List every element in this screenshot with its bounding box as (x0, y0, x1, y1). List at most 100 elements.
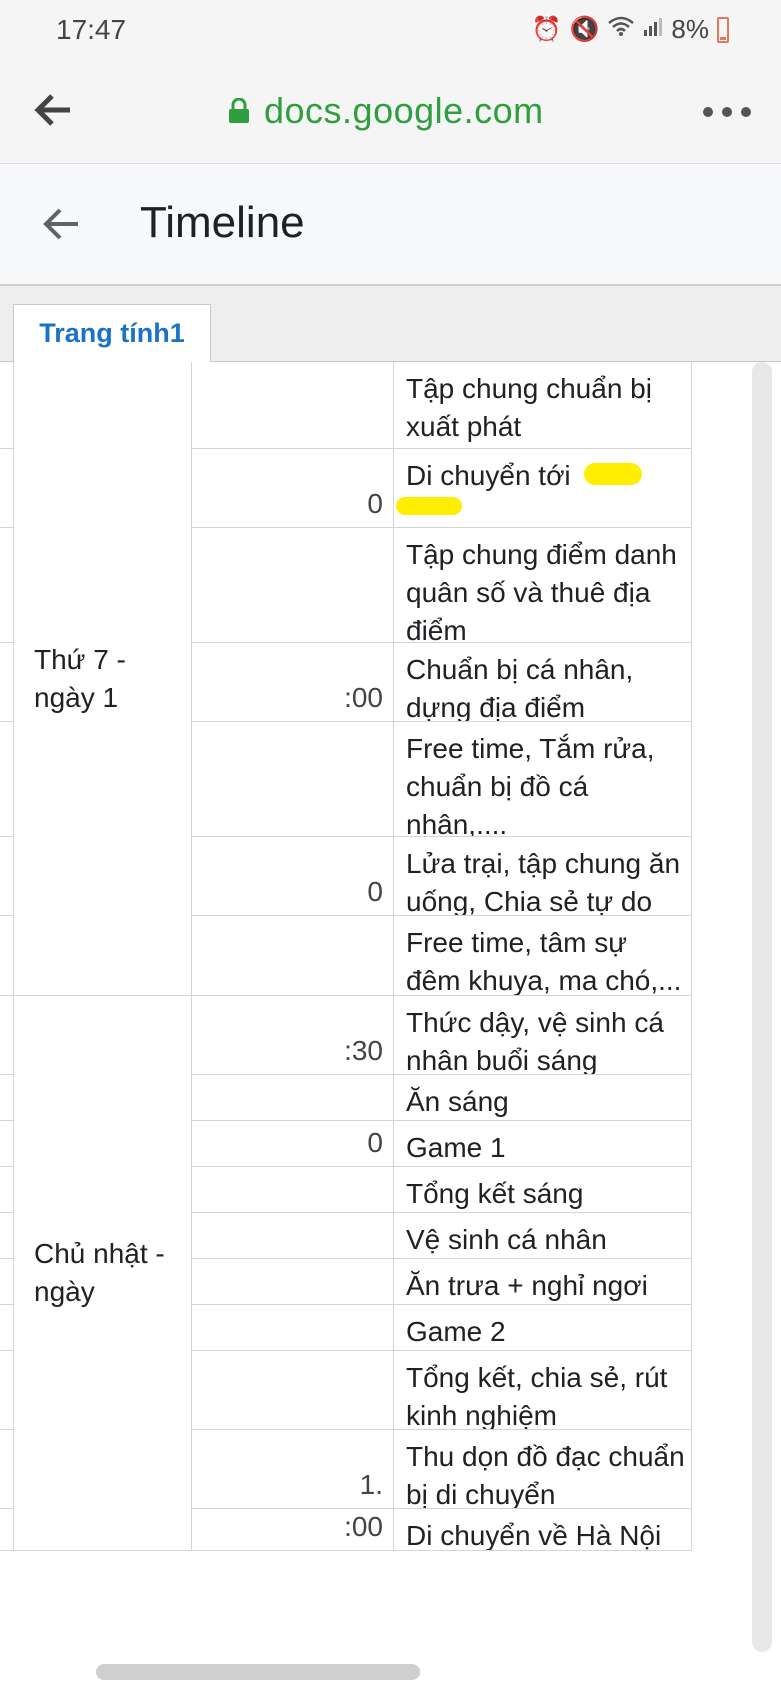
activity-cell[interactable]: Ăn sáng (394, 1075, 692, 1121)
time-cell[interactable] (192, 1075, 394, 1121)
row-gutter-cell (0, 449, 14, 528)
row-gutter-cell (0, 528, 14, 643)
activity-cell[interactable]: Tập chung chuẩn bị xuất phát (394, 362, 692, 449)
time-cell[interactable] (192, 1351, 394, 1430)
day-label: Thứ 7 - ngày 1 (34, 643, 126, 713)
time-cell[interactable]: :00 (192, 1509, 394, 1551)
lock-icon (229, 98, 249, 123)
row-gutter-cell (0, 1430, 14, 1509)
time-text: :00 (344, 1511, 383, 1542)
activity-text: Di chuyển tới (406, 460, 571, 491)
row-gutter-cell (0, 1259, 14, 1305)
time-text: 0 (367, 1127, 383, 1158)
sheet-tab[interactable]: Trang tính1 (13, 304, 211, 362)
day-cell[interactable]: Thứ 7 - ngày 1 (14, 362, 192, 996)
activity-cell[interactable]: Thu dọn đồ đạc chuẩn bị di chuyển (394, 1430, 692, 1509)
status-icons: ⏰ 🔇 8% (532, 14, 729, 45)
activity-text: Chuẩn bị cá nhân, dựng địa điểm (406, 654, 634, 722)
back-arrow-icon[interactable] (32, 88, 76, 132)
back-arrow-icon[interactable] (40, 202, 84, 246)
time-cell[interactable]: :30 (192, 996, 394, 1075)
activity-cell[interactable]: Game 1 (394, 1121, 692, 1167)
document-header: Timeline (0, 164, 781, 286)
row-gutter-cell (0, 722, 14, 837)
activity-cell[interactable]: Game 2 (394, 1305, 692, 1351)
activity-cell[interactable]: Tổng kết, chia sẻ, rút kinh nghiệm (394, 1351, 692, 1430)
horizontal-scrollbar[interactable] (96, 1664, 420, 1680)
status-bar: 17:47 ⏰ 🔇 8% (0, 0, 781, 62)
row-gutter-cell (0, 837, 14, 916)
vertical-scrollbar[interactable] (752, 362, 772, 1652)
highlight-mark (396, 497, 462, 515)
activity-cell[interactable]: Lửa trại, tập chung ăn uống, Chia sẻ tự … (394, 837, 692, 916)
time-cell[interactable]: 1. (192, 1430, 394, 1509)
activity-cell[interactable]: Thức dậy, vệ sinh cá nhân buổi sáng (394, 996, 692, 1075)
address-bar[interactable]: docs.google.com (228, 90, 544, 132)
day-cell[interactable]: Chủ nhật - ngày (14, 996, 192, 1551)
time-text: 1. (359, 1469, 383, 1500)
activity-text: Game 2 (406, 1316, 506, 1347)
time-cell[interactable] (192, 1213, 394, 1259)
time-cell[interactable]: 0 (192, 1121, 394, 1167)
activity-cell[interactable]: Ăn trưa + nghỉ ngơi (394, 1259, 692, 1305)
row-gutter-cell (0, 1075, 14, 1121)
time-text: 0 (367, 876, 383, 907)
time-cell[interactable] (192, 1305, 394, 1351)
activity-text: Vệ sinh cá nhân (406, 1224, 607, 1255)
row-gutter-cell (0, 643, 14, 722)
sheet-tab-bar: Trang tính1 (0, 286, 781, 362)
row-gutter-cell (0, 362, 14, 449)
time-cell[interactable] (192, 1167, 394, 1213)
activity-text: Ăn sáng (406, 1086, 509, 1117)
activity-text: Free time, Tắm rửa, chuẩn bị đồ cá nhân,… (406, 733, 655, 837)
activity-text: Tập chung điểm danh quân số và thuê địa … (406, 539, 677, 643)
activity-text: Game 1 (406, 1132, 506, 1163)
activity-text: Thu dọn đồ đạc chuẩn bị di chuyển (406, 1441, 685, 1509)
activity-cell[interactable]: Di chuyển tới (394, 449, 692, 528)
highlight-mark (584, 463, 642, 485)
activity-cell[interactable]: Di chuyển về Hà Nội (394, 1509, 692, 1551)
activity-cell[interactable]: Tổng kết sáng (394, 1167, 692, 1213)
battery-percent: 8% (671, 14, 709, 44)
time-cell[interactable] (192, 1259, 394, 1305)
time-cell[interactable] (192, 916, 394, 996)
activity-cell[interactable]: Free time, tâm sự đêm khuya, ma chó,... (394, 916, 692, 996)
signal-icon (643, 15, 663, 44)
activity-text: Tổng kết, chia sẻ, rút kinh nghiệm (406, 1362, 668, 1430)
row-gutter-cell (0, 1509, 14, 1551)
document-title: Timeline (140, 198, 305, 247)
time-cell[interactable] (192, 722, 394, 837)
activity-text: Thức dậy, vệ sinh cá nhân buổi sáng (406, 1007, 664, 1075)
time-cell[interactable]: :00 (192, 643, 394, 722)
time-cell[interactable] (192, 362, 394, 449)
activity-cell[interactable]: Free time, Tắm rửa, chuẩn bị đồ cá nhân,… (394, 722, 692, 837)
activity-text: Free time, tâm sự đêm khuya, ma chó,... (406, 927, 682, 996)
activity-text: Di chuyển về Hà Nội (406, 1520, 662, 1551)
time-cell[interactable]: 0 (192, 449, 394, 528)
row-gutter-cell (0, 1351, 14, 1430)
activity-cell[interactable]: Chuẩn bị cá nhân, dựng địa điểm (394, 643, 692, 722)
activity-text: Lửa trại, tập chung ăn uống, Chia sẻ tự … (406, 848, 681, 916)
row-gutter-cell (0, 1213, 14, 1259)
overflow-menu-icon[interactable] (703, 92, 751, 132)
row-gutter-cell (0, 1305, 14, 1351)
time-cell[interactable] (192, 528, 394, 643)
mute-icon: 🔇 (569, 16, 600, 43)
row-gutter-cell (0, 1121, 14, 1167)
spreadsheet-grid[interactable]: Thứ 7 - ngày 1 Chủ nhật - ngày Tập chung c… (0, 362, 781, 1655)
day-label: Chủ nhật - ngày (34, 1238, 165, 1307)
wifi-icon (607, 15, 635, 44)
row-gutter-cell (0, 996, 14, 1075)
activity-cell[interactable]: Vệ sinh cá nhân (394, 1213, 692, 1259)
activity-cell[interactable]: Tập chung điểm danh quân số và thuê địa … (394, 528, 692, 643)
time-text: :30 (344, 1035, 383, 1066)
time-cell[interactable]: 0 (192, 837, 394, 916)
url-text: docs.google.com (264, 90, 544, 131)
time-text: 0 (367, 488, 383, 519)
status-time: 17:47 (56, 14, 127, 45)
time-text: :00 (344, 682, 383, 713)
activity-text: Ăn trưa + nghỉ ngơi (406, 1270, 648, 1301)
activity-text: Tổng kết sáng (406, 1178, 584, 1209)
activity-text: Tập chung chuẩn bị xuất phát (406, 373, 652, 442)
row-gutter-cell (0, 916, 14, 996)
